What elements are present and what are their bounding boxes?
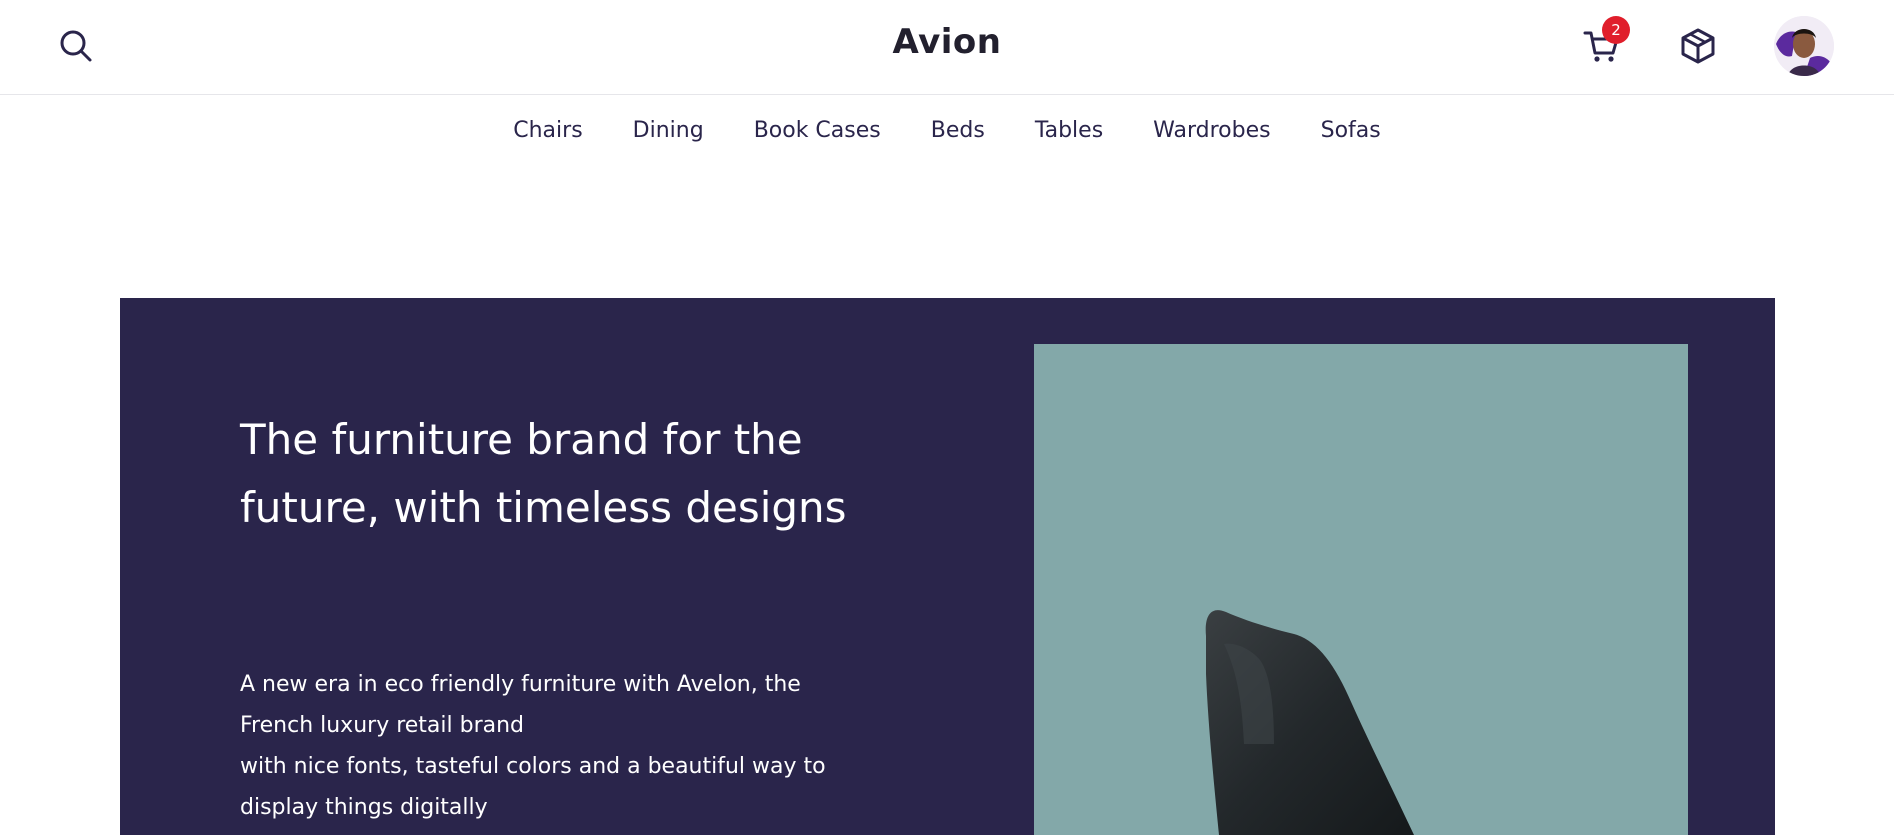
nav-item-wardrobes[interactable]: Wardrobes — [1153, 118, 1270, 143]
package-icon[interactable] — [1678, 26, 1718, 66]
nav-item-beds[interactable]: Beds — [931, 118, 985, 143]
cart-count-badge: 2 — [1602, 16, 1630, 44]
nav-item-dining[interactable]: Dining — [633, 118, 704, 143]
nav-item-sofas[interactable]: Sofas — [1321, 118, 1381, 143]
user-avatar[interactable] — [1774, 16, 1834, 76]
category-nav: Chairs Dining Book Cases Beds Tables Wardrobe… — [0, 118, 1894, 143]
nav-item-tables[interactable]: Tables — [1035, 118, 1103, 143]
hero-description: A new era in eco friendly furniture with… — [240, 664, 860, 828]
hero-chair-image — [1034, 344, 1688, 835]
nav-item-chairs[interactable]: Chairs — [513, 118, 582, 143]
hero-description-line-1: A new era in eco friendly furniture with… — [240, 672, 801, 738]
hero-description-line-2: with nice fonts, tasteful colors and a b… — [240, 754, 826, 820]
hero-banner: The furniture brand for the future, with… — [120, 298, 1775, 835]
nav-item-book-cases[interactable]: Book Cases — [754, 118, 881, 143]
top-bar: Avion 2 — [0, 0, 1894, 95]
hero-title: The furniture brand for the future, with… — [240, 415, 847, 532]
